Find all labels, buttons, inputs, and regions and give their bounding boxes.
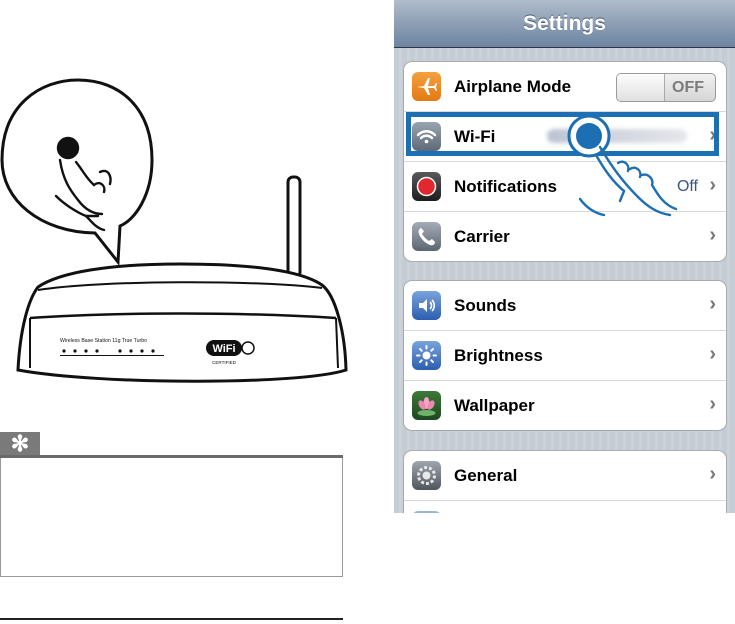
settings-row-brightness[interactable]: Brightness › — [404, 331, 726, 381]
sun-icon — [412, 341, 441, 370]
asterisk-icon: ✻ — [0, 432, 40, 456]
brightness-label: Brightness — [454, 346, 543, 365]
svg-text:WiFi: WiFi — [212, 343, 235, 355]
router-illustration: Wireless Base Station 11g True Turbo WiF… — [0, 78, 348, 383]
phone-icon — [412, 222, 441, 251]
carrier-label: Carrier — [454, 227, 510, 246]
gear-icon — [412, 461, 441, 490]
settings-row-partial — [404, 501, 726, 513]
settings-row-general[interactable]: General › — [404, 451, 726, 501]
settings-row-sounds[interactable]: Sounds › — [404, 281, 726, 331]
partial-row-icon — [412, 511, 441, 513]
router-model-text: Wireless Base Station 11g True Turbo — [60, 338, 147, 344]
chevron-right-icon: › — [709, 393, 716, 415]
notifications-icon — [412, 172, 441, 201]
wallpaper-label: Wallpaper — [454, 396, 535, 415]
tap-hand-icon — [567, 114, 678, 217]
svg-text:CERTIFIED: CERTIFIED — [212, 360, 236, 365]
chevron-right-icon: › — [709, 343, 716, 365]
chevron-right-icon: › — [709, 463, 716, 485]
flower-icon — [412, 391, 441, 420]
chevron-right-icon: › — [709, 293, 716, 315]
chevron-right-icon: › — [709, 174, 716, 196]
toggle-state-text: OFF — [672, 79, 704, 96]
tip-box — [0, 458, 343, 577]
airplane-mode-toggle[interactable]: OFF — [616, 73, 716, 102]
settings-screen: Settings Airplane Mode OFF Wi-Fi › Notif… — [394, 0, 735, 513]
notifications-label: Notifications — [454, 177, 557, 196]
tip-divider-bottom — [0, 618, 343, 620]
settings-row-wallpaper[interactable]: Wallpaper › — [404, 381, 726, 430]
airplane-icon — [412, 72, 441, 101]
sounds-label: Sounds — [454, 296, 517, 315]
general-label: General — [454, 466, 518, 485]
chevron-right-icon: › — [709, 224, 716, 246]
airplane-mode-label: Airplane Mode — [454, 77, 572, 96]
settings-group-display: Sounds › Brightness › Wallpaper › — [403, 280, 727, 431]
settings-group-general: General › — [403, 450, 727, 513]
router-antenna — [286, 175, 302, 279]
nav-bar: Settings — [394, 0, 735, 48]
callout-bubble — [0, 78, 154, 267]
page-title: Settings — [523, 12, 606, 35]
speaker-icon — [412, 291, 441, 320]
